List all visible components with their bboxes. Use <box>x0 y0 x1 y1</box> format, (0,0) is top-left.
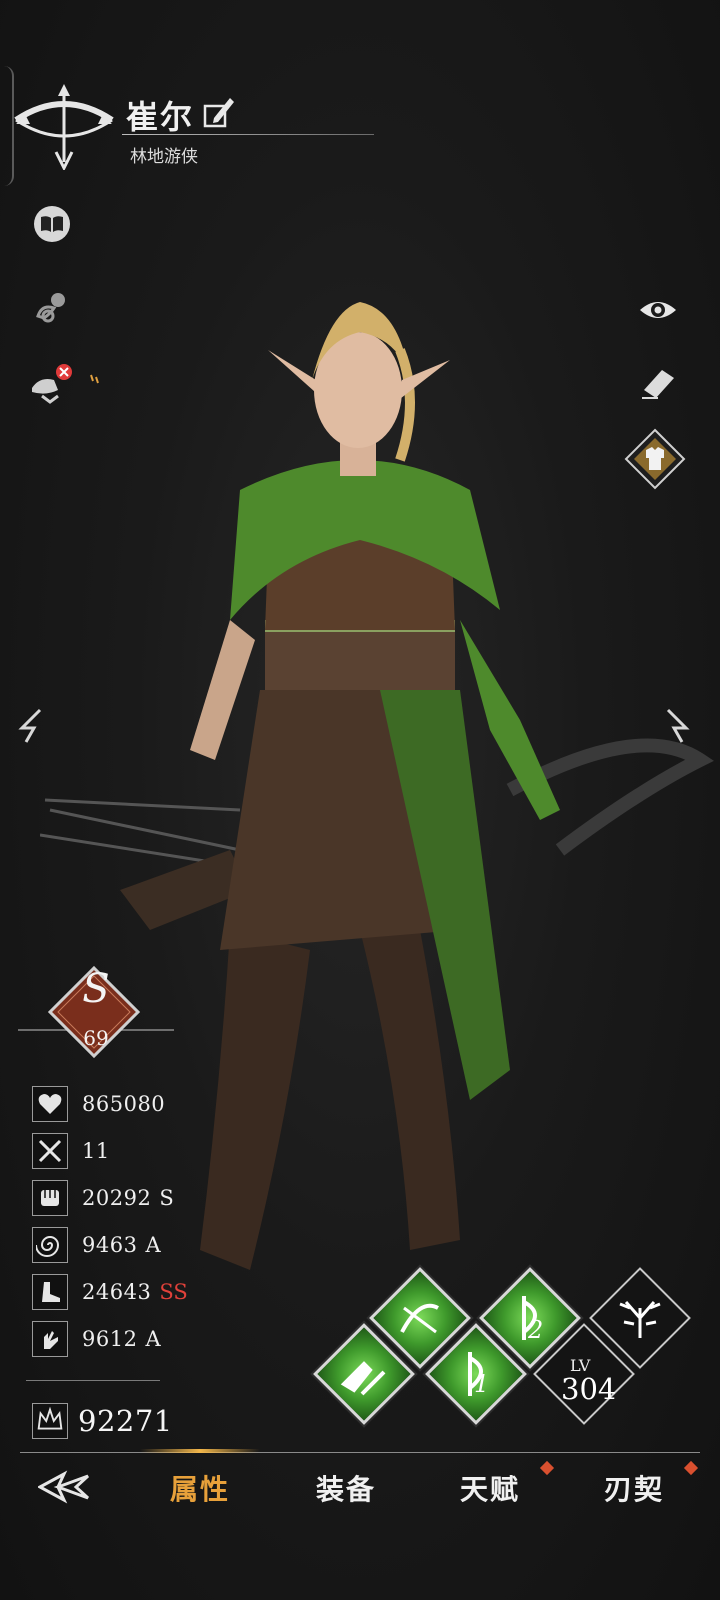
stat-grade: SS <box>159 1280 188 1304</box>
tab-talent[interactable]: 天赋 <box>460 1468 520 1508</box>
talent-notify-badge <box>539 1460 555 1476</box>
tab-blade-pact[interactable]: 刃契 <box>604 1468 664 1508</box>
stat-grade: S <box>159 1186 174 1210</box>
back-emblem-icon[interactable] <box>36 1470 90 1504</box>
stat-value: 11 <box>82 1139 110 1163</box>
name-divider <box>122 134 374 135</box>
stat-value: 9463 <box>82 1233 138 1257</box>
skill-number: 1 <box>474 1370 490 1398</box>
rank-level: 69 <box>83 1026 109 1050</box>
stat-row-agility: 24643 SS <box>32 1274 188 1310</box>
stat-row-attack: 11 <box>32 1133 118 1169</box>
stat-row-strength: 20292 S <box>32 1180 174 1216</box>
stat-row-hp: 865080 <box>32 1086 173 1122</box>
stat-value: 20292 <box>82 1186 152 1210</box>
character-class: 林地游侠 <box>130 147 198 167</box>
heart-icon <box>32 1086 68 1122</box>
antler-tree-icon <box>610 1288 670 1348</box>
stat-value: 24643 <box>82 1280 152 1304</box>
fist-icon <box>32 1180 68 1216</box>
blade-pact-notify-badge <box>683 1460 699 1476</box>
bow-emblem-icon <box>12 78 116 172</box>
crown-icon <box>32 1403 68 1439</box>
stat-value: 865080 <box>82 1092 166 1116</box>
combat-power-value: 92271 <box>78 1404 173 1438</box>
arrow-rain-skill-icon <box>334 1344 394 1404</box>
stat-row-skill: 9463 A <box>32 1227 161 1263</box>
bow-skill-icon <box>390 1288 450 1348</box>
active-tab-indicator <box>140 1449 260 1453</box>
boot-icon <box>32 1274 68 1310</box>
spiral-icon <box>32 1227 68 1263</box>
codex-book-icon[interactable] <box>30 202 74 246</box>
stat-row-dexterity: 9612 A <box>32 1321 161 1357</box>
character-name: 崔尔 <box>126 98 195 136</box>
skill-number: 2 <box>528 1316 544 1344</box>
crossed-swords-icon <box>32 1133 68 1169</box>
nav-divider <box>20 1452 700 1453</box>
tab-attributes[interactable]: 属性 <box>170 1468 230 1508</box>
stat-grade: A <box>145 1233 161 1257</box>
edit-name-icon[interactable] <box>202 92 236 130</box>
stat-value: 9612 <box>82 1327 138 1351</box>
rank-grade: S <box>82 966 110 1012</box>
hand-icon <box>32 1321 68 1357</box>
tab-equipment[interactable]: 装备 <box>316 1468 376 1508</box>
combat-power: 92271 <box>32 1403 173 1439</box>
stat-divider <box>26 1380 160 1381</box>
level-value: 304 <box>561 1372 617 1406</box>
stat-grade: A <box>145 1327 161 1351</box>
